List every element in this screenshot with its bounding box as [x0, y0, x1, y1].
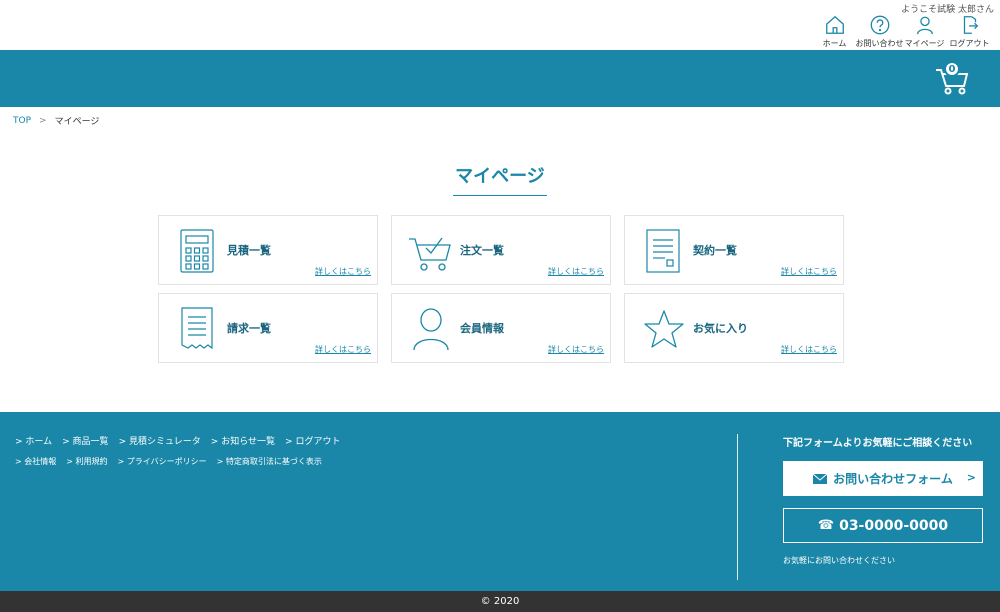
breadcrumb: TOP > マイページ [13, 114, 100, 128]
footer-link-legal[interactable]: 特定商取引法に基づく表示 [217, 456, 322, 467]
footer-link-logout[interactable]: ログアウト [285, 434, 340, 447]
cart-check-icon [409, 237, 451, 271]
nav-home[interactable]: ホーム [812, 14, 857, 49]
page-title-wrap: マイページ [0, 162, 1000, 196]
phone-icon: ☎ [817, 518, 835, 533]
phone-button[interactable]: ☎ 03-0000-0000 [783, 508, 983, 543]
nav-contact-label: お問い合わせ [855, 39, 904, 48]
card-contracts[interactable]: 契約一覧 詳しくはこちら [624, 215, 844, 285]
mypage-menu-grid: 見積一覧 詳しくはこちら 注文一覧 詳しくはこちら 契約一覧 詳しくはこちら 請… [158, 215, 844, 363]
nav-logout-label: ログアウト [949, 39, 990, 48]
footer-link-products[interactable]: 商品一覧 [62, 434, 109, 447]
help-icon [870, 15, 889, 35]
card-favorites[interactable]: お気に入り 詳しくはこちら [624, 293, 844, 363]
breadcrumb-top-link[interactable]: TOP [13, 116, 31, 126]
footer-link-privacy[interactable]: プライバシーポリシー [118, 456, 207, 467]
footer-link-home[interactable]: ホーム [15, 434, 52, 447]
nav-contact[interactable]: お問い合わせ [855, 14, 904, 49]
footer-link-company[interactable]: 会社情報 [15, 456, 56, 467]
card-details-link[interactable]: 詳しくはこちら [781, 344, 837, 355]
mail-icon [813, 473, 828, 484]
card-title: 請求一覧 [227, 322, 271, 335]
header-band: 0 [0, 50, 1000, 107]
footer-links-row2: 会社情報 利用規約 プライバシーポリシー 特定商取引法に基づく表示 [15, 456, 350, 467]
card-title: 契約一覧 [693, 244, 737, 257]
invoice-receipt-icon [181, 307, 213, 350]
breadcrumb-current: マイページ [54, 117, 100, 127]
chevron-right-icon: > [39, 115, 47, 126]
copyright: © 2020 [0, 591, 1000, 612]
contract-document-icon [646, 229, 680, 273]
nav-logout[interactable]: ログアウト [947, 14, 992, 49]
footer-link-news[interactable]: お知らせ一覧 [211, 434, 275, 447]
card-estimates[interactable]: 見積一覧 詳しくはこちら [158, 215, 378, 285]
footer-links-row1: ホーム 商品一覧 見積シミュレータ お知らせ一覧 ログアウト [15, 434, 350, 447]
star-icon [644, 310, 684, 348]
nav-home-label: ホーム [822, 39, 847, 48]
card-details-link[interactable]: 詳しくはこちら [315, 344, 371, 355]
logout-icon [963, 16, 978, 34]
card-details-link[interactable]: 詳しくはこちら [548, 266, 604, 277]
cart-count-badge: 0 [944, 61, 960, 77]
page-title: マイページ [453, 162, 547, 196]
chevron-right-icon: > [966, 471, 976, 484]
nav-mypage-label: マイページ [904, 39, 945, 48]
card-orders[interactable]: 注文一覧 詳しくはこちら [391, 215, 611, 285]
consult-title: 下記フォームよりお気軽にご相談ください [783, 438, 973, 449]
home-icon [825, 15, 844, 34]
card-title: お気に入り [693, 322, 748, 335]
contact-form-button[interactable]: お問い合わせフォーム > [783, 461, 983, 496]
card-details-link[interactable]: 詳しくはこちら [781, 266, 837, 277]
card-title: 会員情報 [460, 322, 504, 335]
header-nav: ホーム お問い合わせ マイページ ログアウト [812, 14, 992, 49]
phone-number: 03-0000-0000 [839, 517, 949, 534]
header-top: ようこそ試験 太郎さん ホーム お問い合わせ マイページ ログアウト [0, 0, 1000, 50]
card-details-link[interactable]: 詳しくはこちら [315, 266, 371, 277]
footer-divider [737, 434, 738, 580]
user-icon [916, 16, 933, 35]
footer-links: ホーム 商品一覧 見積シミュレータ お知らせ一覧 ログアウト 会社情報 利用規約… [15, 434, 350, 476]
cart-button[interactable]: 0 [934, 61, 970, 98]
calculator-icon [180, 229, 214, 273]
footer: ホーム 商品一覧 見積シミュレータ お知らせ一覧 ログアウト 会社情報 利用規約… [0, 412, 1000, 591]
card-title: 注文一覧 [460, 244, 504, 257]
nav-mypage[interactable]: マイページ [902, 14, 947, 49]
contact-form-button-label: お問い合わせフォーム [833, 472, 953, 486]
card-details-link[interactable]: 詳しくはこちら [548, 344, 604, 355]
card-member-info[interactable]: 会員情報 詳しくはこちら [391, 293, 611, 363]
footer-link-terms[interactable]: 利用規約 [66, 456, 108, 467]
footer-link-simulator[interactable]: 見積シミュレータ [119, 434, 201, 447]
consult-note: お気軽にお問い合わせください [783, 556, 895, 565]
card-title: 見積一覧 [227, 244, 271, 257]
member-person-icon [413, 308, 449, 351]
card-invoices[interactable]: 請求一覧 詳しくはこちら [158, 293, 378, 363]
